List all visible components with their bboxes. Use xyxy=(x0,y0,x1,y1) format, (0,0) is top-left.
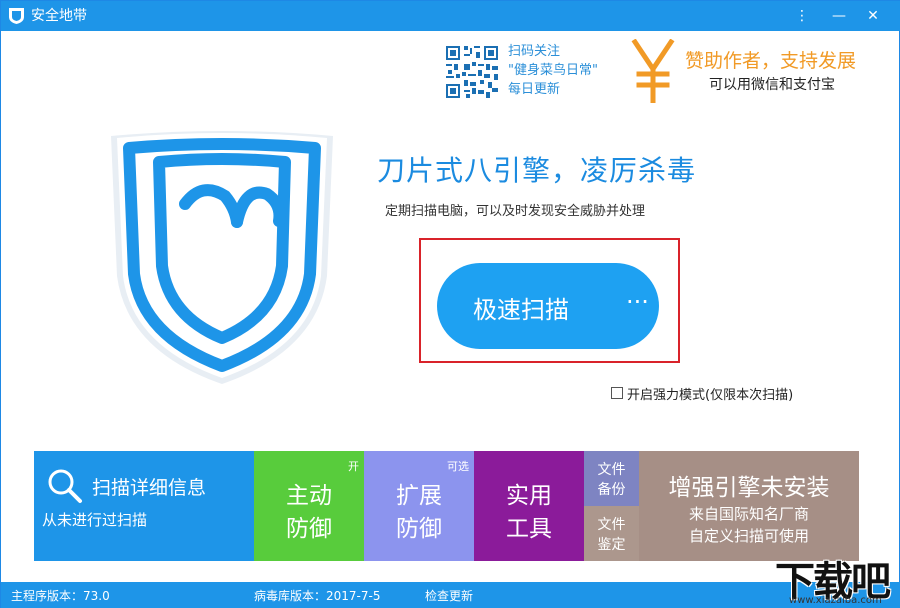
status-bar: 主程序版本：73.0 病毒库版本：2017-7-5 检查更新 xyxy=(1,582,900,608)
strong-mode-label: 开启强力模式(仅限本次扫描) xyxy=(627,387,794,403)
virus-db-version: 病毒库版本：2017-7-5 xyxy=(254,589,381,603)
strong-mode-checkbox[interactable] xyxy=(611,387,623,399)
file-verify-label-1: 文件 xyxy=(597,517,626,533)
active-defense-tile[interactable]: 开 主动 防御 xyxy=(254,451,364,561)
extended-defense-tile[interactable]: 可选 扩展 防御 xyxy=(364,451,474,561)
enhanced-engine-title: 增强引擎未安装 xyxy=(668,475,830,501)
shield-logo-icon xyxy=(9,8,24,24)
scan-info-tile[interactable]: 扫描详细信息 从未进行过扫描 xyxy=(34,451,254,561)
extended-defense-label-1: 扩展 xyxy=(396,483,442,509)
donate-title[interactable]: 赞助作者，支持发展 xyxy=(685,46,856,73)
qr-line-3: 每日更新 xyxy=(508,82,561,97)
qr-line-1: 扫码关注 xyxy=(508,44,561,59)
enhanced-engine-sub-2: 自定义扫描可使用 xyxy=(688,527,809,545)
qr-code-icon xyxy=(444,44,500,100)
donate-subtitle: 可以用微信和支付宝 xyxy=(709,77,835,93)
scan-info-status: 从未进行过扫描 xyxy=(42,511,148,529)
utility-tools-label-2: 工具 xyxy=(506,516,552,542)
active-defense-badge: 开 xyxy=(348,460,359,473)
yen-icon[interactable] xyxy=(631,39,675,103)
extended-defense-badge: 可选 xyxy=(447,460,469,473)
utility-tools-tile[interactable]: 实用 工具 xyxy=(474,451,584,561)
utility-tools-label-1: 实用 xyxy=(506,483,552,509)
window-title: 安全地带 xyxy=(31,8,87,24)
file-backup-label-1: 文件 xyxy=(597,462,626,478)
qr-line-2: "健身菜鸟日常" xyxy=(508,63,598,78)
headline: 刀片式八引擎，凌厉杀毒 xyxy=(377,154,697,187)
file-verify-label-2: 鉴定 xyxy=(597,537,626,553)
title-bar: 安全地带 ⋮ — ✕ xyxy=(1,1,900,31)
active-defense-label-1: 主动 xyxy=(286,483,332,509)
search-icon xyxy=(48,469,82,503)
enhanced-engine-sub-1: 来自国际知名厂商 xyxy=(688,505,809,523)
minimize-button[interactable]: — xyxy=(826,5,852,27)
close-button[interactable]: ✕ xyxy=(860,5,886,27)
file-backup-tile[interactable]: 文件 备份 xyxy=(584,451,639,506)
quick-scan-label: 极速扫描 xyxy=(473,296,569,324)
watermark: 下载吧 www.xiazaiba.com xyxy=(771,549,899,608)
extended-defense-label-2: 防御 xyxy=(396,516,442,542)
subheadline: 定期扫描电脑，可以及时发现安全威胁并处理 xyxy=(385,204,646,219)
app-window: 安全地带 ⋮ — ✕ 扫码关注 "健身菜鸟日常" 每日更新 赞助作者，支持发展 … xyxy=(0,0,900,608)
check-update-link[interactable]: 检查更新 xyxy=(425,587,473,604)
strong-mode-option[interactable]: 开启强力模式(仅限本次扫描) xyxy=(611,384,794,403)
scan-options-button[interactable]: ··· xyxy=(626,290,649,314)
file-backup-label-2: 备份 xyxy=(597,482,626,498)
enhanced-engine-tile[interactable]: 增强引擎未安装 来自国际知名厂商 自定义扫描可使用 xyxy=(639,451,859,561)
scan-info-title: 扫描详细信息 xyxy=(92,477,207,499)
shield-logo-icon xyxy=(111,131,333,384)
file-verify-tile[interactable]: 文件 鉴定 xyxy=(584,506,639,561)
program-version: 主程序版本：73.0 xyxy=(11,589,110,603)
menu-button[interactable]: ⋮ xyxy=(789,5,815,27)
watermark-url: www.xiazaiba.com xyxy=(789,595,882,606)
quick-scan-button[interactable]: 极速扫描 ··· xyxy=(437,263,659,349)
qr-caption: 扫码关注 "健身菜鸟日常" 每日更新 xyxy=(508,42,628,99)
active-defense-label-2: 防御 xyxy=(286,516,332,542)
